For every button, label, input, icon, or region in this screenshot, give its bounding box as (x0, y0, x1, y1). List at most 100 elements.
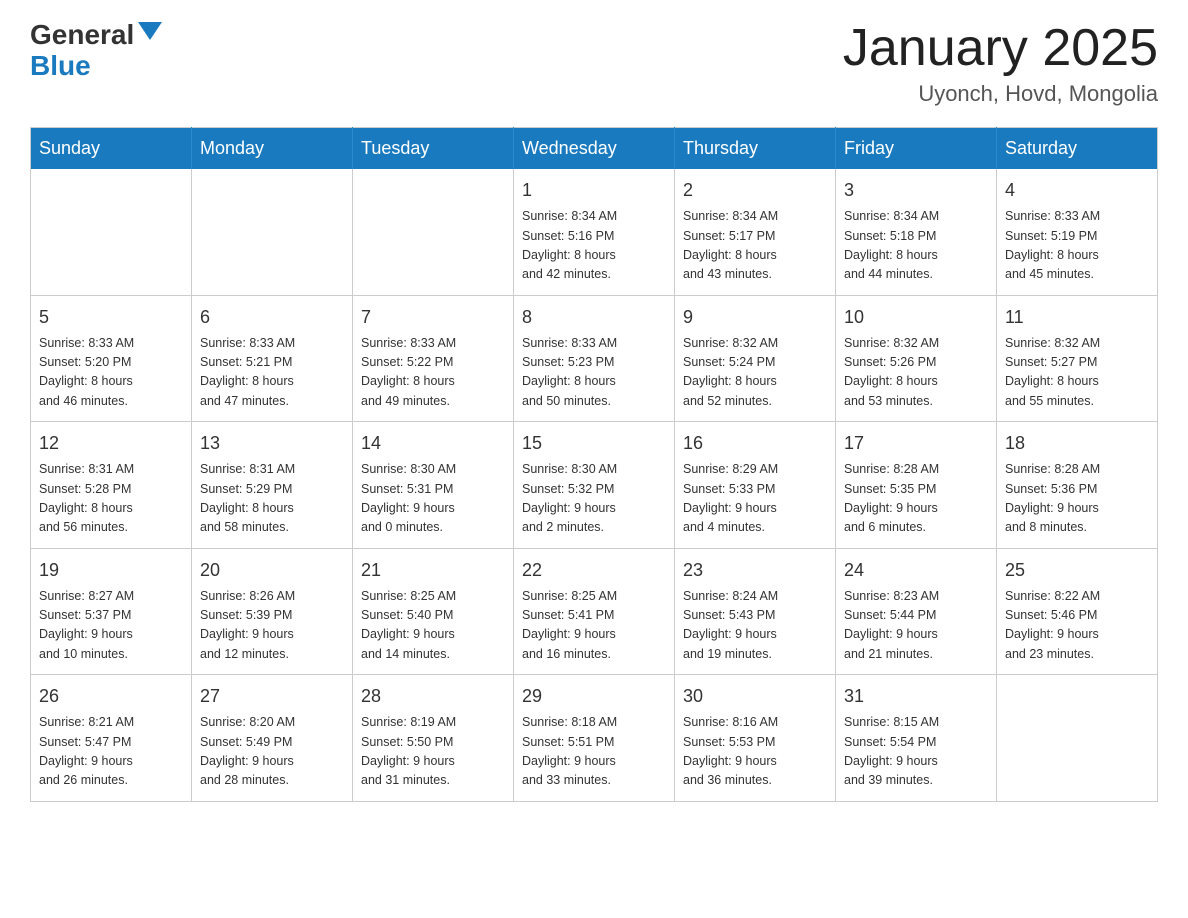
day-info: Sunrise: 8:33 AM Sunset: 5:20 PM Dayligh… (39, 334, 183, 412)
calendar-cell: 31 Sunrise: 8:15 AM Sunset: 5:54 PM Dayli… (836, 675, 997, 802)
calendar-cell: 14 Sunrise: 8:30 AM Sunset: 5:31 PM Dayli… (353, 422, 514, 549)
calendar-cell: 9 Sunrise: 8:32 AM Sunset: 5:24 PM Daylig… (675, 295, 836, 422)
day-info: Sunrise: 8:33 AM Sunset: 5:22 PM Dayligh… (361, 334, 505, 412)
day-number: 14 (361, 430, 505, 457)
day-number: 1 (522, 177, 666, 204)
day-info: Sunrise: 8:19 AM Sunset: 5:50 PM Dayligh… (361, 713, 505, 791)
weekday-header-monday: Monday (192, 128, 353, 170)
day-info: Sunrise: 8:15 AM Sunset: 5:54 PM Dayligh… (844, 713, 988, 791)
calendar-cell: 6 Sunrise: 8:33 AM Sunset: 5:21 PM Daylig… (192, 295, 353, 422)
day-info: Sunrise: 8:20 AM Sunset: 5:49 PM Dayligh… (200, 713, 344, 791)
day-info: Sunrise: 8:16 AM Sunset: 5:53 PM Dayligh… (683, 713, 827, 791)
day-info: Sunrise: 8:28 AM Sunset: 5:36 PM Dayligh… (1005, 460, 1149, 538)
calendar-cell: 3 Sunrise: 8:34 AM Sunset: 5:18 PM Daylig… (836, 169, 997, 295)
calendar-subtitle: Uyonch, Hovd, Mongolia (843, 81, 1158, 107)
calendar-cell: 17Sunrise: 8:28 AM Sunset: 5:35 PM Dayli… (836, 422, 997, 549)
calendar-cell (997, 675, 1158, 802)
day-info: Sunrise: 8:33 AM Sunset: 5:23 PM Dayligh… (522, 334, 666, 412)
weekday-header-saturday: Saturday (997, 128, 1158, 170)
day-number: 15 (522, 430, 666, 457)
day-number: 30 (683, 683, 827, 710)
calendar-title: January 2025 (843, 20, 1158, 77)
calendar-cell: 22 Sunrise: 8:25 AM Sunset: 5:41 PM Dayli… (514, 548, 675, 675)
day-info: Sunrise: 8:25 AM Sunset: 5:41 PM Dayligh… (522, 587, 666, 665)
calendar-cell: 1Sunrise: 8:34 AM Sunset: 5:16 PM Daylig… (514, 169, 675, 295)
day-info: Sunrise: 8:18 AM Sunset: 5:51 PM Dayligh… (522, 713, 666, 791)
calendar-cell: 2 Sunrise: 8:34 AM Sunset: 5:17 PM Daylig… (675, 169, 836, 295)
day-info: Sunrise: 8:32 AM Sunset: 5:24 PM Dayligh… (683, 334, 827, 412)
day-number: 3 (844, 177, 988, 204)
day-number: 19 (39, 557, 183, 584)
calendar-cell: 23Sunrise: 8:24 AM Sunset: 5:43 PM Dayli… (675, 548, 836, 675)
day-number: 21 (361, 557, 505, 584)
calendar-cell (192, 169, 353, 295)
day-number: 31 (844, 683, 988, 710)
day-info: Sunrise: 8:32 AM Sunset: 5:26 PM Dayligh… (844, 334, 988, 412)
day-info: Sunrise: 8:24 AM Sunset: 5:43 PM Dayligh… (683, 587, 827, 665)
calendar-cell: 18 Sunrise: 8:28 AM Sunset: 5:36 PM Dayli… (997, 422, 1158, 549)
day-info: Sunrise: 8:30 AM Sunset: 5:32 PM Dayligh… (522, 460, 666, 538)
day-number: 26 (39, 683, 183, 710)
calendar-week-row: 5 Sunrise: 8:33 AM Sunset: 5:20 PM Daylig… (31, 295, 1158, 422)
weekday-header-row: SundayMondayTuesdayWednesdayThursdayFrid… (31, 128, 1158, 170)
day-number: 17 (844, 430, 988, 457)
day-info: Sunrise: 8:22 AM Sunset: 5:46 PM Dayligh… (1005, 587, 1149, 665)
day-info: Sunrise: 8:33 AM Sunset: 5:21 PM Dayligh… (200, 334, 344, 412)
day-info: Sunrise: 8:32 AM Sunset: 5:27 PM Dayligh… (1005, 334, 1149, 412)
calendar-cell: 28Sunrise: 8:19 AM Sunset: 5:50 PM Dayli… (353, 675, 514, 802)
page-header: General Blue January 2025 Uyonch, Hovd, … (30, 20, 1158, 107)
day-info: Sunrise: 8:34 AM Sunset: 5:17 PM Dayligh… (683, 207, 827, 285)
calendar-cell: 26 Sunrise: 8:21 AM Sunset: 5:47 PM Dayli… (31, 675, 192, 802)
calendar-cell: 13 Sunrise: 8:31 AM Sunset: 5:29 PM Dayli… (192, 422, 353, 549)
weekday-header-tuesday: Tuesday (353, 128, 514, 170)
day-number: 5 (39, 304, 183, 331)
calendar-cell: 20 Sunrise: 8:26 AM Sunset: 5:39 PM Dayli… (192, 548, 353, 675)
day-number: 9 (683, 304, 827, 331)
logo-triangle-icon (138, 22, 162, 40)
title-section: January 2025 Uyonch, Hovd, Mongolia (843, 20, 1158, 107)
day-number: 10 (844, 304, 988, 331)
calendar-cell: 24Sunrise: 8:23 AM Sunset: 5:44 PM Dayli… (836, 548, 997, 675)
day-number: 4 (1005, 177, 1149, 204)
day-number: 20 (200, 557, 344, 584)
calendar-cell: 19 Sunrise: 8:27 AM Sunset: 5:37 PM Dayli… (31, 548, 192, 675)
calendar-cell: 16Sunrise: 8:29 AM Sunset: 5:33 PM Dayli… (675, 422, 836, 549)
day-number: 6 (200, 304, 344, 331)
day-info: Sunrise: 8:34 AM Sunset: 5:18 PM Dayligh… (844, 207, 988, 285)
calendar-cell: 8 Sunrise: 8:33 AM Sunset: 5:23 PM Daylig… (514, 295, 675, 422)
day-number: 29 (522, 683, 666, 710)
calendar-cell: 5 Sunrise: 8:33 AM Sunset: 5:20 PM Daylig… (31, 295, 192, 422)
day-number: 8 (522, 304, 666, 331)
day-number: 27 (200, 683, 344, 710)
calendar-cell: 7 Sunrise: 8:33 AM Sunset: 5:22 PM Daylig… (353, 295, 514, 422)
day-info: Sunrise: 8:21 AM Sunset: 5:47 PM Dayligh… (39, 713, 183, 791)
day-number: 25 (1005, 557, 1149, 584)
day-info: Sunrise: 8:23 AM Sunset: 5:44 PM Dayligh… (844, 587, 988, 665)
day-info: Sunrise: 8:27 AM Sunset: 5:37 PM Dayligh… (39, 587, 183, 665)
weekday-header-thursday: Thursday (675, 128, 836, 170)
day-info: Sunrise: 8:33 AM Sunset: 5:19 PM Dayligh… (1005, 207, 1149, 285)
calendar-week-row: 12Sunrise: 8:31 AM Sunset: 5:28 PM Dayli… (31, 422, 1158, 549)
calendar-cell: 15 Sunrise: 8:30 AM Sunset: 5:32 PM Dayli… (514, 422, 675, 549)
calendar-cell: 11Sunrise: 8:32 AM Sunset: 5:27 PM Dayli… (997, 295, 1158, 422)
calendar-table: SundayMondayTuesdayWednesdayThursdayFrid… (30, 127, 1158, 802)
logo: General Blue (30, 20, 162, 82)
calendar-week-row: 19 Sunrise: 8:27 AM Sunset: 5:37 PM Dayli… (31, 548, 1158, 675)
day-number: 16 (683, 430, 827, 457)
day-number: 18 (1005, 430, 1149, 457)
calendar-cell: 30 Sunrise: 8:16 AM Sunset: 5:53 PM Dayli… (675, 675, 836, 802)
day-number: 7 (361, 304, 505, 331)
calendar-cell: 4 Sunrise: 8:33 AM Sunset: 5:19 PM Daylig… (997, 169, 1158, 295)
day-info: Sunrise: 8:26 AM Sunset: 5:39 PM Dayligh… (200, 587, 344, 665)
calendar-cell (31, 169, 192, 295)
day-number: 22 (522, 557, 666, 584)
day-number: 12 (39, 430, 183, 457)
calendar-cell: 12Sunrise: 8:31 AM Sunset: 5:28 PM Dayli… (31, 422, 192, 549)
calendar-cell: 25 Sunrise: 8:22 AM Sunset: 5:46 PM Dayli… (997, 548, 1158, 675)
day-info: Sunrise: 8:30 AM Sunset: 5:31 PM Dayligh… (361, 460, 505, 538)
day-number: 2 (683, 177, 827, 204)
day-number: 13 (200, 430, 344, 457)
calendar-week-row: 1Sunrise: 8:34 AM Sunset: 5:16 PM Daylig… (31, 169, 1158, 295)
day-info: Sunrise: 8:31 AM Sunset: 5:29 PM Dayligh… (200, 460, 344, 538)
day-info: Sunrise: 8:25 AM Sunset: 5:40 PM Dayligh… (361, 587, 505, 665)
